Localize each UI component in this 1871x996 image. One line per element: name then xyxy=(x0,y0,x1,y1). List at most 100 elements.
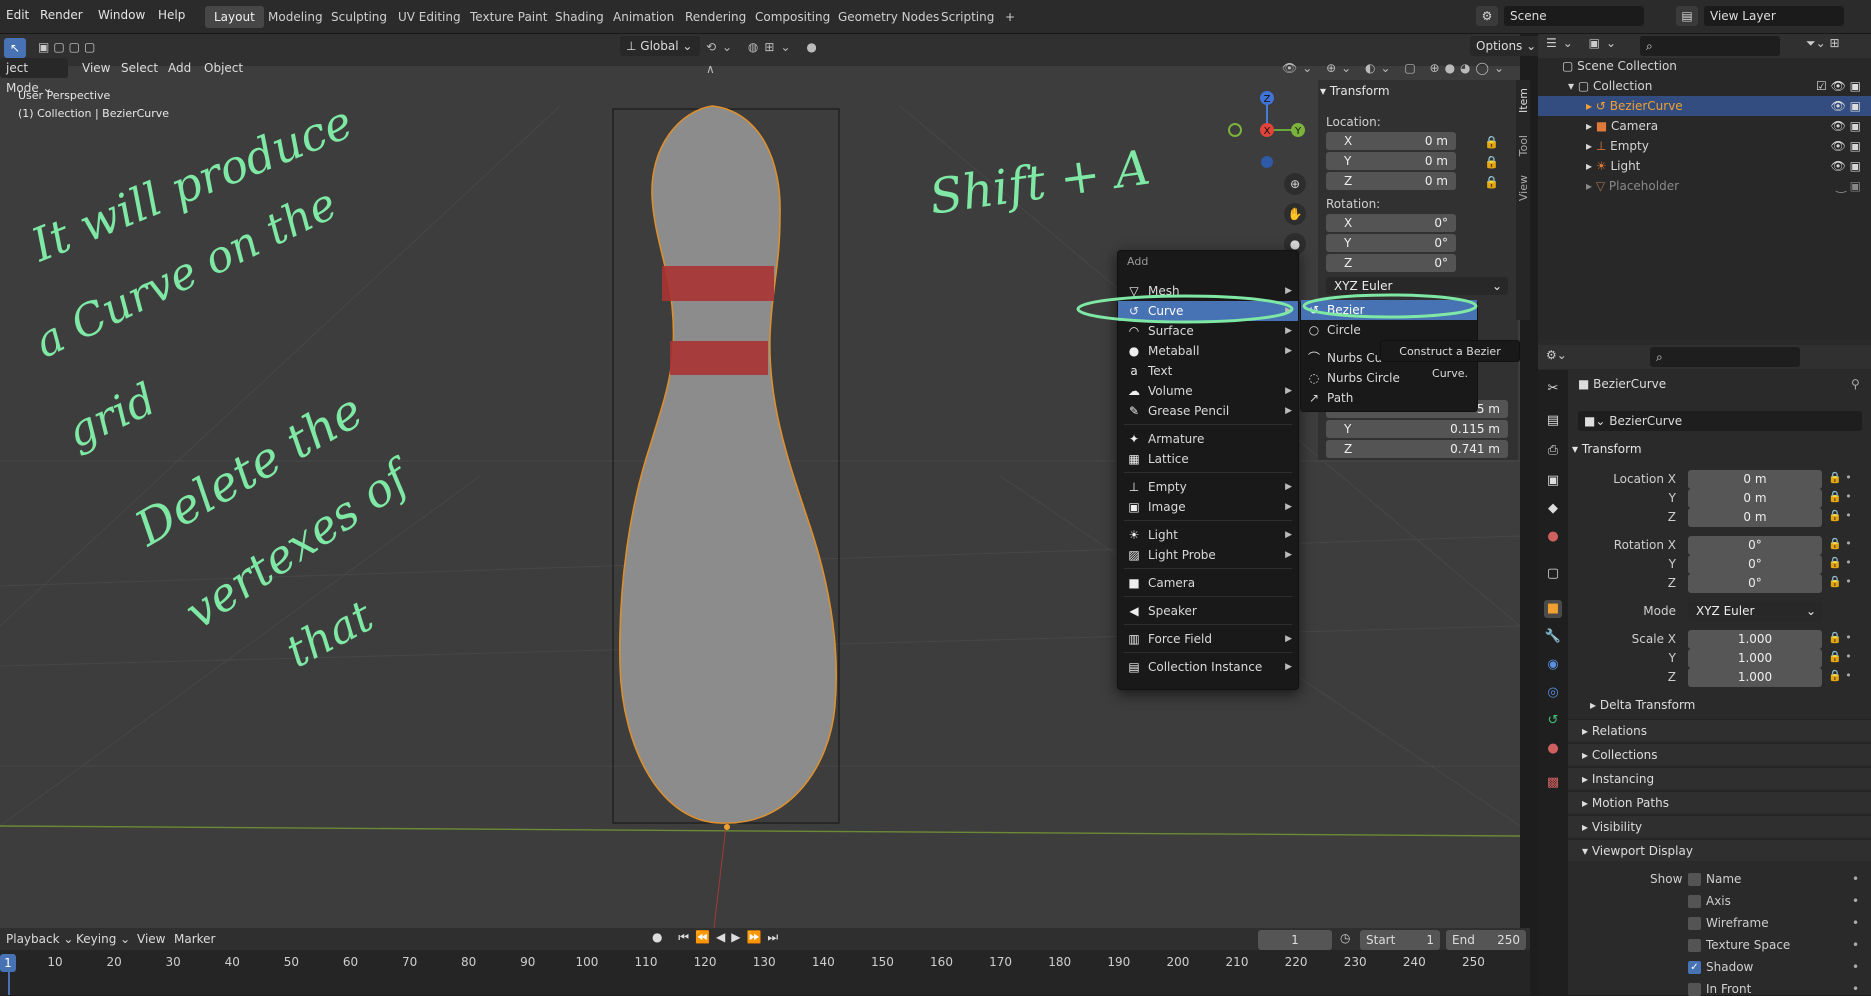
current-frame-field[interactable]: 1 xyxy=(1258,930,1332,950)
view-layer-field[interactable]: View Layer xyxy=(1704,6,1844,26)
options-dropdown[interactable]: Options ⌄ xyxy=(1470,36,1543,56)
add-menu-item-force-field[interactable]: ▥ Force Field ▶ xyxy=(1118,629,1298,649)
tab-sculpting[interactable]: Sculpting xyxy=(322,6,396,28)
outliner-collection[interactable]: ▾ ▢ Collection ☑ 👁 ▣ xyxy=(1538,76,1871,96)
add-menu-item-light-probe[interactable]: ▨ Light Probe ▶ xyxy=(1118,545,1298,565)
object-datablock-field[interactable]: ■⌄ BezierCurve xyxy=(1578,411,1862,431)
select-mode-icons[interactable]: ▣▢▢▢ xyxy=(38,36,134,58)
npanel-loc-lock-icons[interactable]: 🔒 🔒 🔒 xyxy=(1484,132,1499,192)
prop-scale-field[interactable]: 1.000 xyxy=(1688,668,1822,687)
tab-scripting[interactable]: Scripting xyxy=(932,6,1003,28)
prop-rotation-field[interactable]: 0° xyxy=(1688,555,1822,574)
keyframe-dot-icon[interactable]: • xyxy=(1852,894,1859,908)
npanel-rot-z[interactable]: Z 0° xyxy=(1326,254,1456,272)
select-tool-icon[interactable]: ↖ xyxy=(4,38,26,58)
curve-data-tab-icon[interactable]: ↺ xyxy=(1544,712,1562,730)
visibility-icons[interactable]: ‿ ▣ xyxy=(1836,176,1861,196)
prop-rotation-field[interactable]: 0° xyxy=(1688,574,1822,593)
clock-icon[interactable]: ◷ xyxy=(1340,931,1350,945)
keyframe-dot-icon[interactable]: • xyxy=(1852,916,1859,930)
lock-icon[interactable]: 🔒 • xyxy=(1828,471,1852,484)
visibility-icons[interactable]: 👁 ▣ xyxy=(1831,96,1861,116)
navigation-gizmo[interactable]: Z Y X xyxy=(1225,86,1315,176)
tab-texture-paint[interactable]: Texture Paint xyxy=(461,6,556,28)
timeline-view-menu[interactable]: View xyxy=(131,929,171,949)
outliner-item-empty[interactable]: ▸ ⊥ Empty 👁 ▣ xyxy=(1538,136,1871,156)
add-workspace-button[interactable]: + xyxy=(996,6,1024,28)
start-frame-field[interactable]: Start 1 xyxy=(1360,930,1440,950)
end-frame-field[interactable]: End 250 xyxy=(1446,930,1526,950)
menu-window[interactable]: Window xyxy=(98,8,145,22)
world-tab-icon[interactable]: ● xyxy=(1544,528,1562,546)
playback-dropdown[interactable]: Playback ⌄ xyxy=(0,929,79,949)
orientation-dropdown[interactable]: ⊥ Global ⌄ xyxy=(620,36,700,56)
lock-icon[interactable]: 🔒 • xyxy=(1828,650,1852,663)
npanel-rot-x[interactable]: X 0° xyxy=(1326,214,1456,232)
npanel-dim-z[interactable]: Z 0.741 m xyxy=(1326,440,1508,458)
tab-uv-editing[interactable]: UV Editing xyxy=(389,6,470,28)
add-menu-item-collection-instance[interactable]: ▤ Collection Instance ▶ xyxy=(1118,657,1298,677)
outliner-editor-icons[interactable]: ☰⌄ ▣⌄ xyxy=(1546,36,1622,50)
lock-icon[interactable]: 🔒 • xyxy=(1828,556,1852,569)
lock-icon[interactable]: 🔒 • xyxy=(1828,575,1852,588)
scene-field[interactable]: Scene xyxy=(1504,6,1644,26)
filter-icon[interactable]: ⏷⌄ ⊞ xyxy=(1806,36,1840,51)
tab-layout[interactable]: Layout xyxy=(205,6,264,28)
npanel-transform-header[interactable]: ▾ Transform xyxy=(1320,84,1390,98)
section-relations[interactable]: ▸ Relations xyxy=(1568,719,1871,741)
outliner-item-camera[interactable]: ▸ ■ Camera 👁 ▣ xyxy=(1538,116,1871,136)
render-tab-icon[interactable]: ▤ xyxy=(1544,412,1562,430)
prop-rotation-field[interactable]: 0° xyxy=(1688,536,1822,555)
lock-icon[interactable]: 🔒 • xyxy=(1828,631,1852,644)
section-motion-paths[interactable]: ▸ Motion Paths xyxy=(1568,791,1871,813)
lock-icon[interactable]: 🔒 • xyxy=(1828,509,1852,522)
checkbox-axis[interactable] xyxy=(1688,895,1701,908)
scene-icon[interactable]: ⚙ xyxy=(1476,6,1498,26)
zoom-icon[interactable]: ⊕ xyxy=(1284,173,1306,195)
tab-compositing[interactable]: Compositing xyxy=(746,6,839,28)
add-menu-item-image[interactable]: ▣ Image ▶ xyxy=(1118,497,1298,517)
keying-dropdown[interactable]: Keying ⌄ xyxy=(70,929,136,949)
playback-controls[interactable]: ● ⏮⏪◀▶⏩⏭ xyxy=(652,930,784,945)
outliner-item-beziercurve[interactable]: ▸ ↺ BezierCurve 👁 ▣ xyxy=(1538,96,1871,116)
modifier-tab-icon[interactable]: 🔧 xyxy=(1544,628,1562,646)
sidebar-tab-view[interactable]: View xyxy=(1517,175,1530,201)
tab-modeling[interactable]: Modeling xyxy=(259,6,332,28)
lock-icon[interactable]: 🔒 • xyxy=(1828,490,1852,503)
sidebar-tab-tool[interactable]: Tool xyxy=(1517,135,1530,156)
prop-scale-field[interactable]: 1.000 xyxy=(1688,630,1822,649)
timeline-marker-menu[interactable]: Marker xyxy=(168,929,221,949)
view-layer-icon[interactable]: ▤ xyxy=(1676,6,1698,26)
visibility-icons[interactable]: ☑ 👁 ▣ xyxy=(1816,76,1861,96)
collection-tab-icon[interactable]: ▢ xyxy=(1544,565,1562,583)
add-menu-item-text[interactable]: a Text xyxy=(1118,361,1298,381)
section-collections[interactable]: ▸ Collections xyxy=(1568,743,1871,765)
npanel-loc-y[interactable]: Y0 m xyxy=(1326,152,1456,170)
section-instancing[interactable]: ▸ Instancing xyxy=(1568,767,1871,789)
visibility-icons[interactable]: 👁 ▣ xyxy=(1831,156,1861,176)
view-layer-tab-icon[interactable]: ▣ xyxy=(1544,472,1562,490)
add-menu-item-light[interactable]: ☀ Light ▶ xyxy=(1118,525,1298,545)
visibility-icons[interactable]: 👁 ▣ xyxy=(1831,116,1861,136)
pin-icon[interactable]: ⚲ xyxy=(1851,377,1860,391)
particles-tab-icon[interactable]: ◉ xyxy=(1544,656,1562,674)
checkbox-wireframe[interactable] xyxy=(1688,917,1701,930)
pan-hand-icon[interactable]: ✋ xyxy=(1284,203,1306,225)
prop-location-field[interactable]: 0 m xyxy=(1688,508,1822,527)
checkbox-in-front[interactable] xyxy=(1688,983,1701,996)
delta-transform-header[interactable]: ▸ Delta Transform xyxy=(1590,698,1695,712)
keyframe-dot-icon[interactable]: • xyxy=(1852,938,1859,952)
properties-search-input[interactable]: ⌕ xyxy=(1650,347,1800,367)
keyframe-dot-icon[interactable]: • xyxy=(1852,982,1859,996)
menu-edit[interactable]: Edit xyxy=(6,8,29,22)
current-frame-indicator[interactable]: 1 xyxy=(0,954,16,972)
curve-submenu-item-path[interactable]: ↗ Path xyxy=(1301,388,1477,408)
add-menu-item-lattice[interactable]: ▦ Lattice xyxy=(1118,449,1298,469)
checkbox-shadow[interactable]: ✓ xyxy=(1688,961,1701,974)
material-tab-icon[interactable]: ● xyxy=(1544,740,1562,758)
section-visibility[interactable]: ▸ Visibility xyxy=(1568,815,1871,837)
scene-tab-icon[interactable]: ◆ xyxy=(1544,500,1562,518)
prop-location-field[interactable]: 0 m xyxy=(1688,470,1822,489)
prop-scale-field[interactable]: 1.000 xyxy=(1688,649,1822,668)
tab-shading[interactable]: Shading xyxy=(546,6,613,28)
